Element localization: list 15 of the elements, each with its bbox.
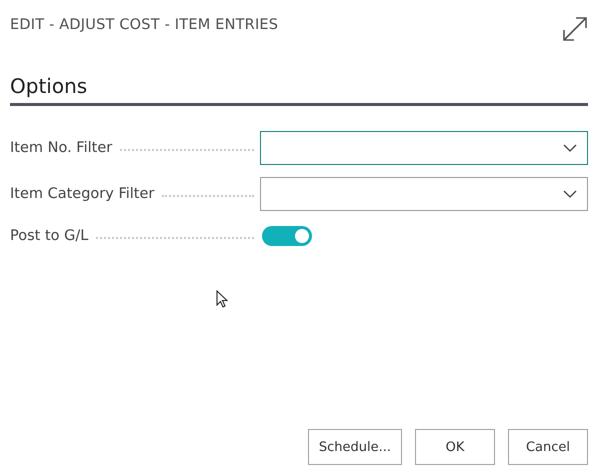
chevron-down-icon [563,144,577,152]
field-label: Item Category Filter [10,186,154,202]
dialog-button[interactable]: Schedule... [308,429,402,465]
pointer-icon [216,290,228,308]
dialog-title: EDIT - ADJUST COST - ITEM ENTRIES [10,17,278,33]
chevron-down-icon [563,190,577,198]
section-heading: Options [10,73,88,99]
field-label: Item No. Filter [10,140,112,156]
dropdown-field[interactable] [260,177,588,211]
dialog-button[interactable]: OK [415,429,495,465]
toggle-switch[interactable] [262,226,312,246]
dropdown-field[interactable] [260,131,588,165]
dialog-button[interactable]: Cancel [508,429,588,465]
field-label: Post to G/L [10,228,88,244]
expand-icon[interactable] [562,16,588,42]
